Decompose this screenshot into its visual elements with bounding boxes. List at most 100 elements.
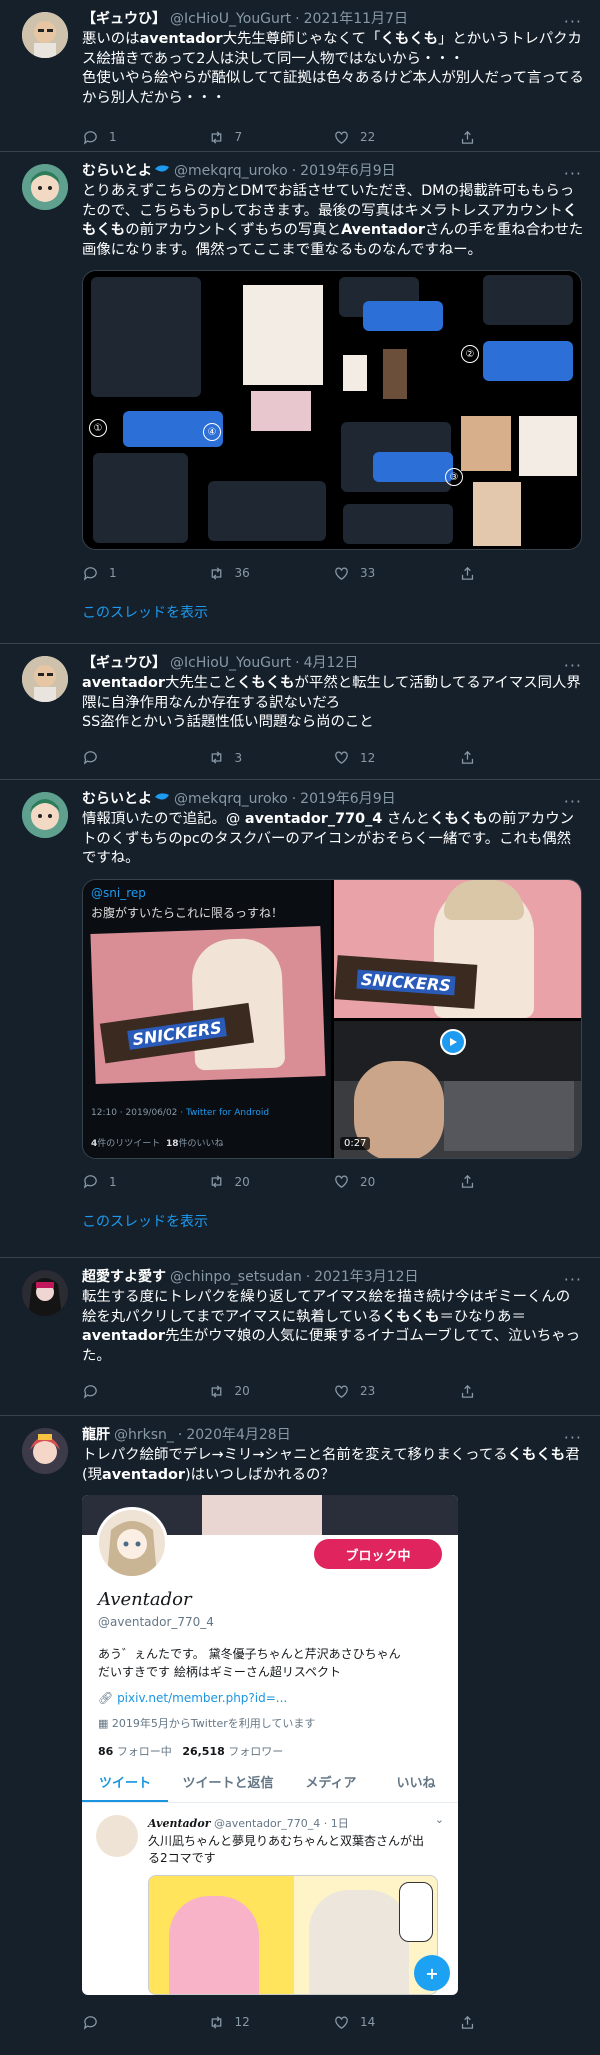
share-button[interactable] bbox=[459, 749, 585, 766]
tweet[interactable]: 龍肝 @hrksn_ · 2020年4月28日 ··· トレパク絵師でデレ→ミリ… bbox=[0, 1416, 600, 2055]
avatar[interactable] bbox=[22, 164, 68, 210]
retweet-button[interactable]: 36 bbox=[208, 565, 334, 582]
avatar[interactable] bbox=[22, 12, 68, 58]
snickers-logo: SNICKERS bbox=[356, 968, 456, 995]
retweet-button[interactable]: 7 bbox=[208, 129, 334, 146]
video-player[interactable]: 0:27 bbox=[334, 1020, 581, 1158]
more-icon[interactable]: ··· bbox=[564, 164, 582, 183]
share-button[interactable] bbox=[459, 129, 585, 146]
like-button[interactable]: 12 bbox=[333, 749, 459, 766]
reply-button[interactable]: 1 bbox=[82, 129, 208, 146]
avatar[interactable] bbox=[22, 656, 68, 702]
more-icon[interactable]: ··· bbox=[564, 656, 582, 675]
timestamp[interactable]: 2020年4月28日 bbox=[186, 1426, 290, 1444]
compose-icon[interactable]: + bbox=[414, 1955, 450, 1992]
dm-screenshot-image[interactable]: ② bbox=[333, 271, 581, 410]
play-icon[interactable] bbox=[440, 1028, 466, 1055]
tweet-text: 転生する度にトレパクを繰り返してアイマス絵を描き続け今はギミーくんの絵を丸パクリ… bbox=[82, 1289, 581, 1364]
retweet-button[interactable]: 20 bbox=[208, 1383, 334, 1400]
chevron-down-icon[interactable]: ⌄ bbox=[435, 1813, 444, 1826]
reply-icon bbox=[83, 131, 97, 145]
more-icon[interactable]: ··· bbox=[564, 792, 582, 811]
reply-icon bbox=[83, 1385, 97, 1399]
tab-tweets-replies[interactable]: ツイートと返信 bbox=[168, 1767, 288, 1802]
inner-tweet[interactable]: Aventador @aventador_770_4 · 1日 ⌄ 久川凪ちゃん… bbox=[82, 1805, 458, 1996]
tab-media[interactable]: メディア bbox=[288, 1767, 374, 1802]
tweet-text: トレパク絵師でデレ→ミリ→シャニと名前を変えて移りまくってるくもくも君(現ave… bbox=[82, 1447, 580, 1483]
image-grid[interactable]: @sni_rep お腹がすいたらこれに限るっすね！ SNICKERS 12:10… bbox=[82, 878, 582, 1159]
retweet-button[interactable]: 20 bbox=[208, 1173, 334, 1190]
like-button[interactable]: 23 bbox=[333, 1383, 459, 1400]
handle[interactable]: @chinpo_setsudan bbox=[170, 1268, 302, 1286]
like-button[interactable]: 33 bbox=[333, 565, 459, 582]
display-name[interactable]: 龍肝 bbox=[82, 1426, 110, 1444]
display-name[interactable]: むらいとよ bbox=[82, 162, 152, 180]
like-button[interactable]: 14 bbox=[333, 2014, 459, 2031]
show-thread-link[interactable]: このスレッドを表示 bbox=[82, 598, 584, 632]
more-icon[interactable]: ··· bbox=[564, 1428, 582, 1447]
block-button[interactable]: ブロック中 bbox=[314, 1539, 442, 1570]
tweet[interactable]: 【ギュウひ】 @IcHioU_YouGurt · 2021年11月7日 ··· … bbox=[0, 0, 600, 152]
handle[interactable]: @mekqrq_uroko bbox=[174, 162, 288, 180]
tweet[interactable]: むらいとよ @mekqrq_uroko · 2019年6月9日 ··· 情報頂い… bbox=[0, 780, 600, 1258]
share-button[interactable] bbox=[459, 565, 585, 582]
display-name[interactable]: 【ギュウひ】 bbox=[82, 654, 166, 672]
reply-icon bbox=[83, 751, 97, 765]
retweet-button[interactable]: 12 bbox=[208, 2014, 334, 2031]
avatar[interactable] bbox=[22, 1428, 68, 1474]
manga-image[interactable] bbox=[148, 1875, 438, 1996]
reply-icon bbox=[83, 567, 97, 581]
handle[interactable]: @hrksn_ bbox=[114, 1426, 174, 1444]
tweet[interactable]: 超愛すよ愛す @chinpo_setsudan · 2021年3月12日 ···… bbox=[0, 1258, 600, 1416]
display-name[interactable]: むらいとよ bbox=[82, 790, 152, 808]
share-button[interactable] bbox=[459, 1383, 585, 1400]
avatar[interactable] bbox=[22, 792, 68, 838]
reply-button[interactable]: 1 bbox=[82, 1173, 208, 1190]
photo-image[interactable]: @sni_rep お腹がすいたらこれに限るっすね！ SNICKERS 12:10… bbox=[83, 879, 331, 1158]
display-name[interactable]: 【ギュウひ】 bbox=[82, 10, 166, 28]
avatar[interactable] bbox=[22, 1270, 68, 1316]
quote-handle[interactable]: @sni_rep bbox=[91, 886, 146, 900]
illustration-image[interactable]: SNICKERS bbox=[334, 879, 581, 1018]
dm-screenshot-image[interactable]: ① ④ bbox=[83, 271, 330, 550]
separator: · bbox=[291, 163, 297, 179]
tweet-text: 悪いのはaventador大先生尊師じゃなくて「くもくも」とかいうトレパクカス絵… bbox=[82, 31, 584, 106]
like-button[interactable]: 20 bbox=[333, 1173, 459, 1190]
dm-screenshot-image[interactable]: ③ bbox=[333, 412, 581, 550]
tab-tweets[interactable]: ツイート bbox=[82, 1767, 168, 1803]
display-name[interactable]: 超愛すよ愛す bbox=[82, 1268, 166, 1286]
tweet[interactable]: むらいとよ @mekqrq_uroko · 2019年6月9日 ··· とりあえ… bbox=[0, 152, 600, 644]
handle[interactable]: @mekqrq_uroko bbox=[174, 790, 288, 808]
image-grid[interactable]: ① ④ ② ③ bbox=[82, 270, 582, 551]
more-icon[interactable]: ··· bbox=[564, 12, 582, 31]
profile-avatar bbox=[96, 1507, 168, 1580]
retweet-icon bbox=[211, 1385, 221, 1398]
profile-screenshot-image[interactable]: ブロック中 Aventador @aventador_770_4 あう゛ぇんたで… bbox=[82, 1495, 458, 1996]
timestamp[interactable]: 2019年6月9日 bbox=[300, 162, 395, 180]
more-icon[interactable]: ··· bbox=[564, 1270, 582, 1289]
timestamp[interactable]: 2021年3月12日 bbox=[314, 1268, 418, 1286]
tweet-header: 龍肝 @hrksn_ · 2020年4月28日 bbox=[82, 1426, 584, 1444]
tab-likes[interactable]: いいね bbox=[374, 1767, 458, 1802]
reply-button[interactable] bbox=[82, 1383, 208, 1400]
reply-button[interactable] bbox=[82, 2014, 208, 2031]
retweet-button[interactable]: 3 bbox=[208, 749, 334, 766]
retweet-icon bbox=[211, 2016, 221, 2029]
timestamp[interactable]: 2019年6月9日 bbox=[300, 790, 395, 808]
retweet-icon bbox=[211, 567, 221, 580]
screenshot-number: ③ bbox=[445, 468, 463, 487]
share-button[interactable] bbox=[459, 1173, 585, 1190]
timestamp[interactable]: 4月12日 bbox=[304, 654, 359, 672]
show-thread-link[interactable]: このスレッドを表示 bbox=[82, 1207, 584, 1241]
like-button[interactable]: 22 bbox=[333, 129, 459, 146]
reply-button[interactable]: 1 bbox=[82, 565, 208, 582]
timestamp[interactable]: 2021年11月7日 bbox=[304, 10, 408, 28]
handle[interactable]: @IcHioU_YouGurt bbox=[170, 654, 291, 672]
profile-bio: あう゛ぇんたです。 黛冬優子ちゃんと芹沢あさひちゃん だいすきです 絵柄はギミー… bbox=[98, 1647, 401, 1680]
tweet[interactable]: 【ギュウひ】 @IcHioU_YouGurt · 4月12日 ··· avent… bbox=[0, 644, 600, 780]
profile-link[interactable]: 🔗︎ pixiv.net/member.php?id=... bbox=[98, 1691, 287, 1705]
share-button[interactable] bbox=[459, 2014, 585, 2031]
handle[interactable]: @IcHioU_YouGurt bbox=[170, 10, 291, 28]
reply-button[interactable] bbox=[82, 749, 208, 766]
tweet-header: 【ギュウひ】 @IcHioU_YouGurt · 4月12日 bbox=[82, 654, 584, 672]
